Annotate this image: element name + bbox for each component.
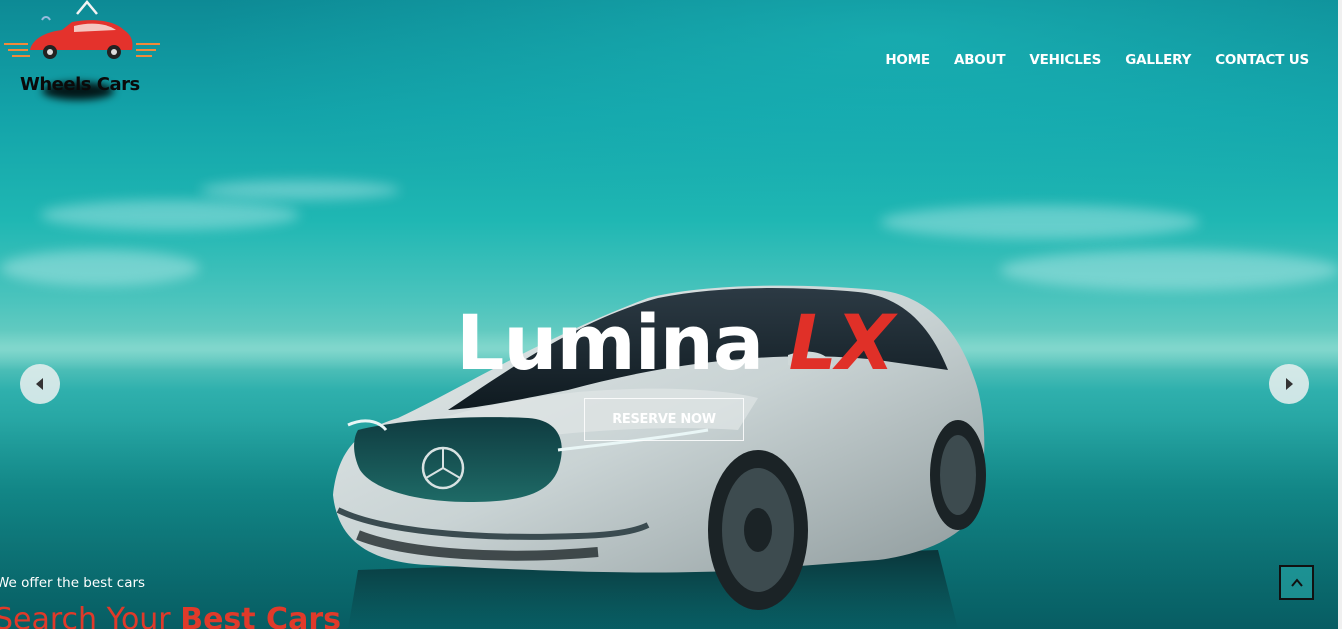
- car-logo-icon: [4, 0, 160, 59]
- cloud: [40, 200, 300, 230]
- cloud: [200, 180, 400, 200]
- hero-title-main: Lumina: [456, 298, 764, 387]
- heading-prefix: Search Your: [0, 602, 171, 629]
- scrollbar-track[interactable]: [1338, 0, 1342, 629]
- brand-name: Wheels Cars: [20, 74, 140, 95]
- section-heading: Search Your Best Cars: [0, 600, 341, 629]
- hero-title: Lumina LX: [456, 298, 895, 388]
- caret-right-icon: [1286, 378, 1293, 390]
- caret-left-icon: [36, 378, 43, 390]
- nav-gallery[interactable]: GALLERY: [1125, 50, 1191, 70]
- nav-contact-us[interactable]: CONTACT US: [1215, 50, 1309, 70]
- reserve-now-button[interactable]: RESERVE NOW: [584, 398, 744, 441]
- carousel-next-button[interactable]: [1269, 364, 1309, 404]
- scroll-to-top-button[interactable]: [1279, 565, 1314, 600]
- heading-strong: Best Cars: [180, 602, 341, 629]
- cloud: [0, 250, 200, 286]
- carousel-prev-button[interactable]: [20, 364, 60, 404]
- cloud: [880, 205, 1200, 239]
- tagline: We offer the best cars: [0, 575, 146, 591]
- chevron-up-icon: [1290, 577, 1303, 587]
- nav-home[interactable]: HOME: [885, 50, 930, 70]
- main-nav: HOME ABOUT VEHICLES GALLERY CONTACT US: [885, 50, 1309, 70]
- hero-title-accent: LX: [788, 298, 895, 387]
- site-header: Wheels Cars HOME ABOUT VEHICLES GALLERY …: [0, 0, 1342, 110]
- nav-vehicles[interactable]: VEHICLES: [1029, 50, 1101, 70]
- nav-about[interactable]: ABOUT: [954, 50, 1006, 70]
- brand-logo[interactable]: Wheels Cars: [2, 0, 162, 105]
- cloud: [1000, 250, 1340, 290]
